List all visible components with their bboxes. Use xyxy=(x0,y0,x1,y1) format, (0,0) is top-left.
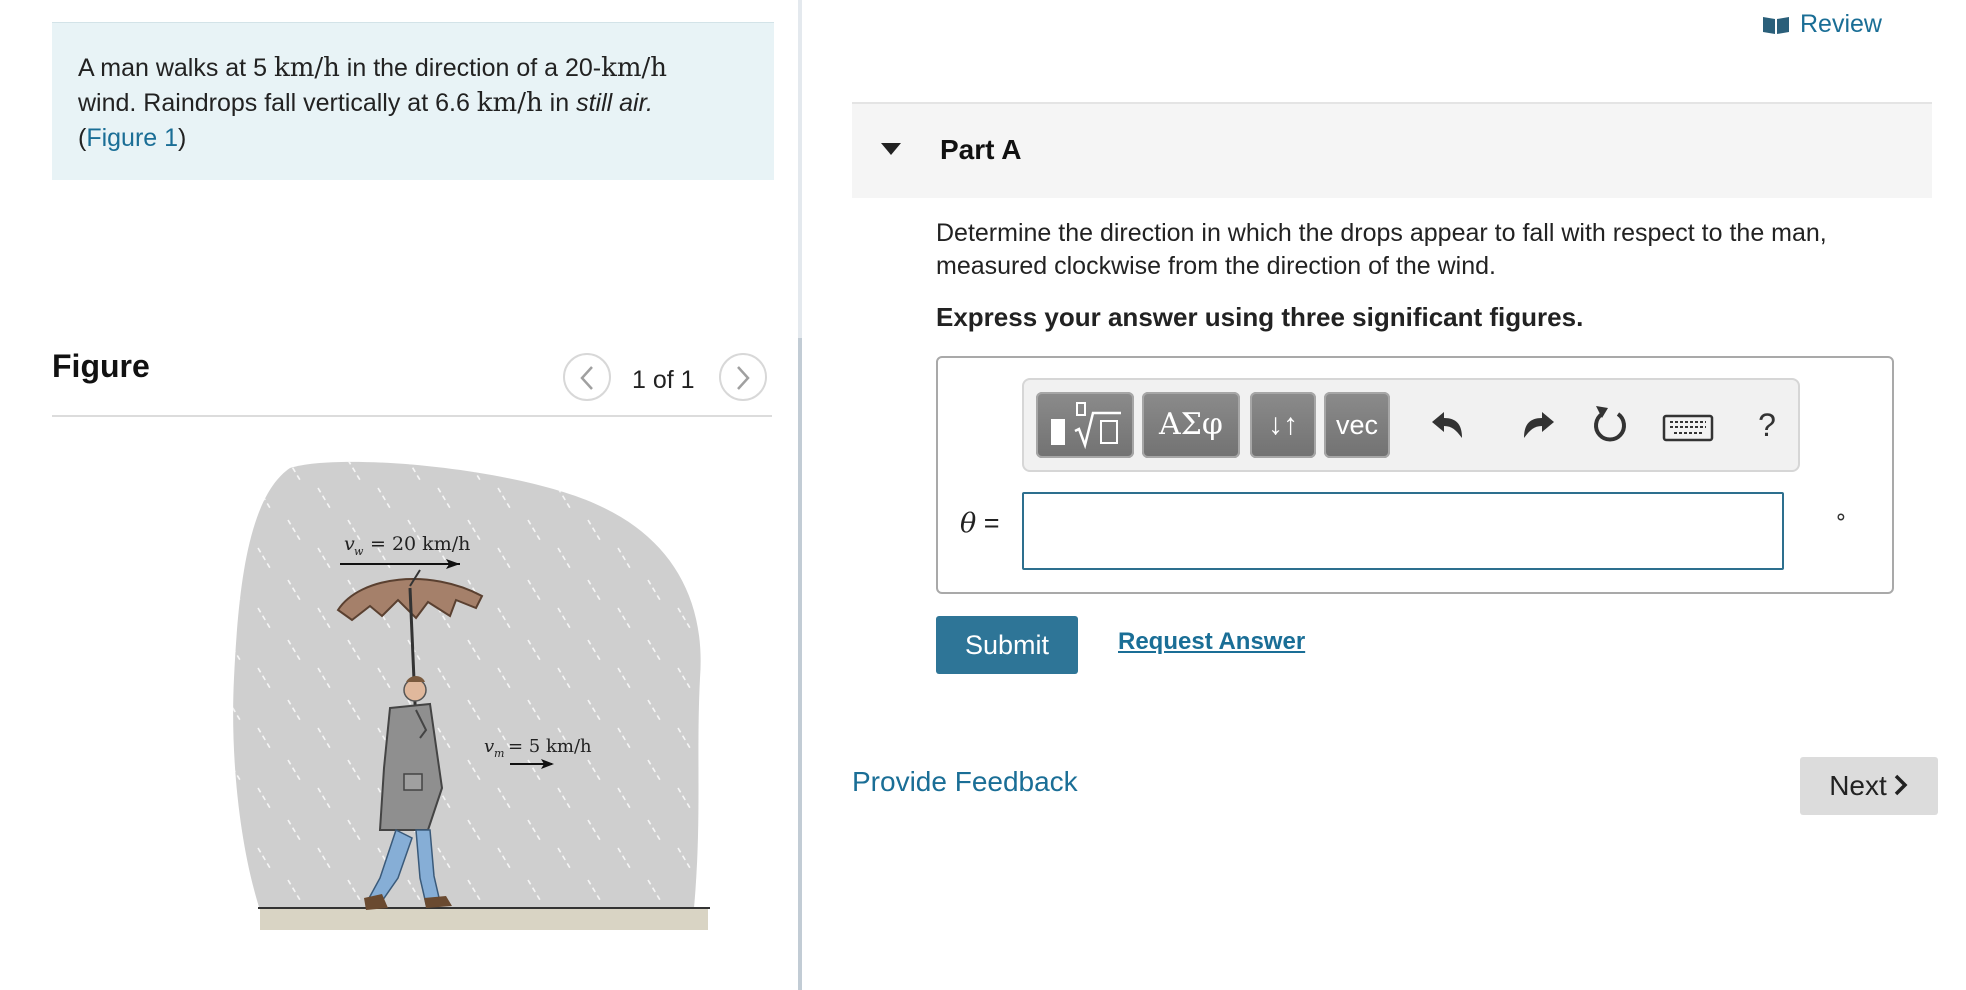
answer-input[interactable] xyxy=(1022,492,1784,570)
greek-letters-button[interactable]: ΑΣφ xyxy=(1142,392,1240,458)
figure-counter: 1 of 1 xyxy=(632,366,695,394)
paren: ) xyxy=(178,124,187,152)
answer-instruction: Express your answer using three signific… xyxy=(936,302,1584,332)
templates-icon xyxy=(1051,402,1121,450)
caret-down-icon[interactable] xyxy=(880,142,902,156)
provide-feedback-link[interactable]: Provide Feedback xyxy=(852,766,1078,798)
reset-icon[interactable] xyxy=(1580,394,1640,456)
problem-text: in the direction of a 20- xyxy=(339,54,602,82)
problem-text: wind. Raindrops fall vertically at 6.6 xyxy=(78,89,477,117)
wind-velocity-value: = 20 km/h xyxy=(370,533,470,555)
book-icon xyxy=(1763,16,1789,34)
ground xyxy=(260,908,708,930)
problem-statement: A man walks at 5 km/h in the direction o… xyxy=(52,22,774,180)
figure-image: v w = 20 km/h v m = 5 km/h xyxy=(233,461,710,930)
review-link[interactable]: Review xyxy=(1762,10,1882,39)
degree-unit: ∘ xyxy=(1834,504,1848,529)
figure-title: Figure xyxy=(52,348,150,384)
unit-kmh: km/h xyxy=(601,53,668,83)
figure-next-button[interactable] xyxy=(719,353,767,401)
equals-sign: = xyxy=(976,508,1000,538)
problem-text: in xyxy=(542,89,577,117)
problem-text: A man walks at 5 xyxy=(78,54,274,82)
figure-divider xyxy=(52,415,772,417)
answer-variable-label: θ = xyxy=(960,508,1000,539)
vector-button[interactable]: vec xyxy=(1324,392,1390,458)
undo-icon[interactable] xyxy=(1424,394,1484,456)
man-velocity-symbol: v xyxy=(484,736,494,757)
redo-icon[interactable] xyxy=(1502,394,1562,456)
theta-symbol: θ xyxy=(960,508,977,539)
arrows-button[interactable]: ↓↑ xyxy=(1250,392,1316,458)
chevron-right-icon xyxy=(1894,774,1908,796)
wind-velocity-subscript: w xyxy=(354,545,364,558)
chevron-right-icon xyxy=(737,366,750,390)
chevron-left-icon xyxy=(580,366,593,390)
next-label: Next xyxy=(1829,770,1887,801)
math-toolbar: ΑΣφ ↓↑ vec ? xyxy=(1022,378,1800,472)
unit-kmh: km/h xyxy=(273,53,340,83)
part-a-header[interactable]: Part A xyxy=(852,104,1932,198)
figure-link[interactable]: Figure 1 xyxy=(86,124,178,152)
answer-box: ΑΣφ ↓↑ vec ? θ = ∘ xyxy=(936,356,1894,594)
man-velocity-subscript: m xyxy=(494,747,504,760)
keyboard-icon[interactable] xyxy=(1658,394,1718,456)
part-title: Part A xyxy=(940,134,1022,165)
man-velocity-value: = 5 km/h xyxy=(508,736,592,757)
submit-button[interactable]: Submit xyxy=(936,616,1078,674)
pane-scrollbar[interactable] xyxy=(798,338,802,990)
review-label: Review xyxy=(1800,10,1882,38)
problem-emphasis: still air. xyxy=(576,89,653,117)
next-button[interactable]: Next xyxy=(1800,757,1938,815)
templates-button[interactable] xyxy=(1036,392,1134,458)
request-answer-link[interactable]: Request Answer xyxy=(1118,628,1305,656)
help-button[interactable]: ? xyxy=(1742,394,1792,456)
unit-kmh: km/h xyxy=(476,88,543,118)
figure-prev-button[interactable] xyxy=(563,353,611,401)
question-text: Determine the direction in which the dro… xyxy=(936,219,1827,280)
